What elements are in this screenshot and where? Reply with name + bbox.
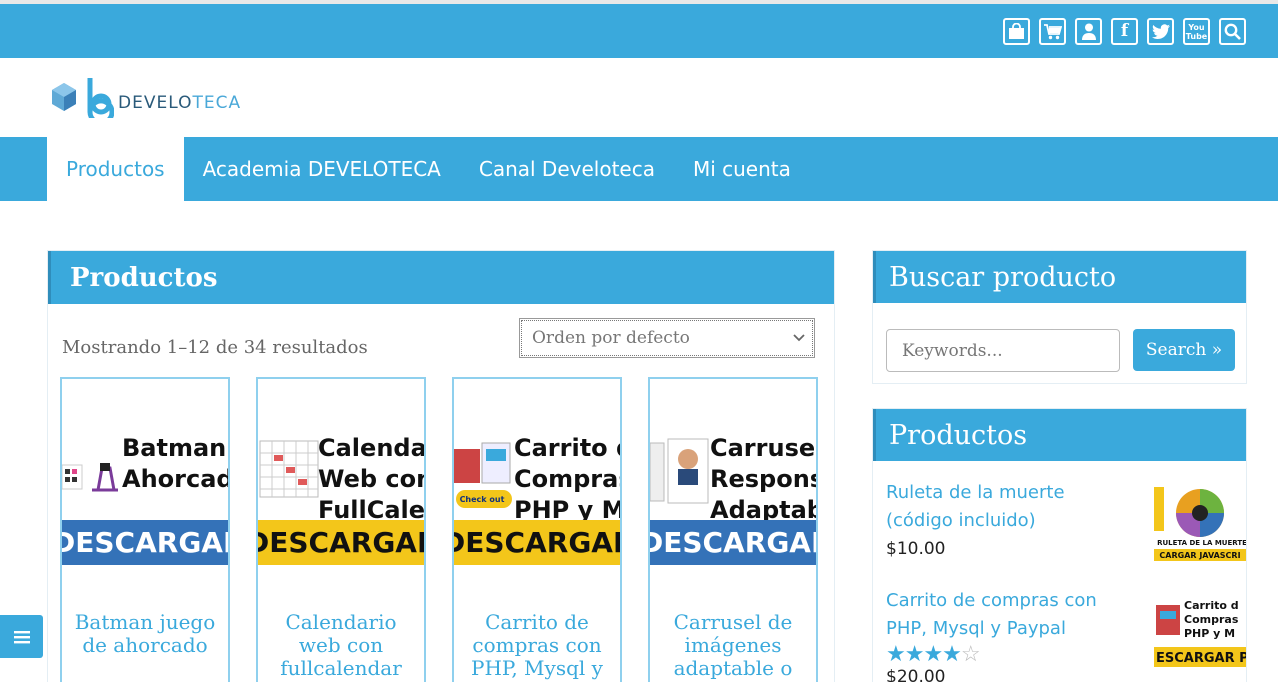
- nav-item-mi-cuenta[interactable]: Mi cuenta: [674, 137, 810, 201]
- cart-product-graphic: Carrito d Compras PHP y M ESCARGAR P: [1154, 587, 1246, 669]
- roulette-graphic: RULETA DE LA MUERTE CARGAR JAVASCRI: [1154, 479, 1246, 561]
- product-card[interactable]: Carrusel Respons Adaptab DESCARGAR Carru…: [648, 377, 818, 682]
- thumbnail-text: Calendar Web con FullCaler: [318, 434, 424, 524]
- user-icon[interactable]: [1075, 18, 1102, 45]
- svg-text:Carrito dComprasPHP y M: Carrito d Compras PHP y M: [1184, 599, 1239, 640]
- nav-item-productos[interactable]: Productos: [47, 137, 184, 201]
- twitter-icon[interactable]: [1147, 18, 1174, 45]
- menu-toggle-button[interactable]: [0, 615, 43, 658]
- top-bar: f You Tube: [0, 0, 1278, 58]
- download-band: DESCARGAR P: [454, 520, 620, 565]
- product-card[interactable]: Check out Carrito d Compras PHP y My DES…: [452, 377, 622, 682]
- product-title[interactable]: Batman juego de ahorcado: [66, 611, 224, 657]
- logo-text: DEVELOTECA: [118, 93, 242, 113]
- svg-text:ESCARGAR P: ESCARGAR P: [1156, 651, 1246, 666]
- search-button[interactable]: Search »: [1133, 329, 1235, 371]
- product-title[interactable]: Carrito de compras con PHP, Mysql y: [458, 611, 616, 680]
- hamburger-icon: [13, 630, 30, 643]
- site-logo[interactable]: DEVELOTECA: [50, 76, 241, 118]
- thumbnail-text: Carrito d Compras PHP y My: [514, 434, 620, 524]
- widget-product-item[interactable]: Ruleta de la muerte (código incluido) $1…: [886, 479, 1246, 561]
- thumbnail-graphic: Check out: [454, 442, 512, 508]
- orderby-value: Orden por defecto: [532, 328, 690, 348]
- result-count: Mostrando 1–12 de 34 resultados: [62, 337, 368, 358]
- nav-item-canal[interactable]: Canal Develoteca: [460, 137, 674, 201]
- products-panel: Productos Mostrando 1–12 de 34 resultado…: [47, 250, 835, 682]
- product-grid: Batman Ahorcad DESCARGAR Batman juego de…: [60, 377, 818, 682]
- svg-text:Check out: Check out: [460, 495, 505, 504]
- widget-product-image[interactable]: RULETA DE LA MUERTE CARGAR JAVASCRI: [1154, 479, 1246, 561]
- cart-icon[interactable]: [1039, 18, 1066, 45]
- main-nav: Productos Academia DEVELOTECA Canal Deve…: [0, 137, 1278, 201]
- products-widget-title: Productos: [873, 409, 1246, 461]
- product-card[interactable]: Batman Ahorcad DESCARGAR Batman juego de…: [60, 377, 230, 682]
- youtube-icon[interactable]: You Tube: [1183, 18, 1210, 45]
- shopping-bag-icon[interactable]: [1003, 18, 1030, 45]
- product-card[interactable]: Calendar Web con FullCaler DESCARGAR P C…: [256, 377, 426, 682]
- download-band: DESCARGAR: [62, 520, 228, 565]
- orderby-select[interactable]: Orden por defecto: [519, 318, 815, 358]
- product-title[interactable]: Calendario web con fullcalendar: [262, 611, 420, 680]
- widget-product-title[interactable]: Carrito de compras con PHP, Mysql y Payp…: [886, 587, 1136, 643]
- chevron-down-icon: [793, 334, 805, 342]
- facebook-icon[interactable]: f: [1111, 18, 1138, 45]
- thumbnail-text: Batman Ahorcad: [122, 434, 228, 493]
- products-widget: Productos Ruleta de la muerte (código in…: [872, 408, 1247, 682]
- product-thumbnail[interactable]: Check out Carrito d Compras PHP y My DES…: [454, 405, 620, 565]
- svg-text:CARGAR JAVASCRI: CARGAR JAVASCRI: [1159, 551, 1240, 560]
- download-band: DESCARGAR: [650, 520, 816, 565]
- page-title: Productos: [48, 251, 834, 304]
- product-thumbnail[interactable]: Batman Ahorcad DESCARGAR: [62, 405, 228, 565]
- thumbnail-graphic: [650, 438, 709, 504]
- svg-text:RULETA DE LA MUERTE: RULETA DE LA MUERTE: [1157, 539, 1246, 547]
- product-title[interactable]: Carrusel de imágenes adaptable o: [654, 611, 812, 680]
- search-icon[interactable]: [1219, 18, 1246, 45]
- logo-mark-icon: [52, 78, 114, 118]
- nav-item-academia[interactable]: Academia DEVELOTECA: [184, 137, 460, 201]
- widget-product-image[interactable]: Carrito d Compras PHP y M ESCARGAR P: [1154, 587, 1246, 669]
- search-input[interactable]: Keywords...: [886, 329, 1120, 372]
- thumbnail-graphic: [62, 463, 118, 492]
- widget-product-price: $20.00: [886, 667, 946, 682]
- product-thumbnail[interactable]: Calendar Web con FullCaler DESCARGAR P: [258, 405, 424, 565]
- widget-product-item[interactable]: Carrito de compras con PHP, Mysql y Payp…: [886, 587, 1246, 682]
- download-band: DESCARGAR P: [258, 520, 424, 565]
- widget-product-title[interactable]: Ruleta de la muerte (código incluido): [886, 479, 1136, 535]
- search-widget-title: Buscar producto: [873, 251, 1246, 303]
- thumbnail-text: Carrusel Respons Adaptab: [710, 434, 816, 524]
- top-icons: f You Tube: [1003, 18, 1246, 45]
- search-widget: Buscar producto Keywords... Search »: [872, 250, 1247, 384]
- thumbnail-graphic: [259, 440, 319, 498]
- product-thumbnail[interactable]: Carrusel Respons Adaptab DESCARGAR: [650, 405, 816, 565]
